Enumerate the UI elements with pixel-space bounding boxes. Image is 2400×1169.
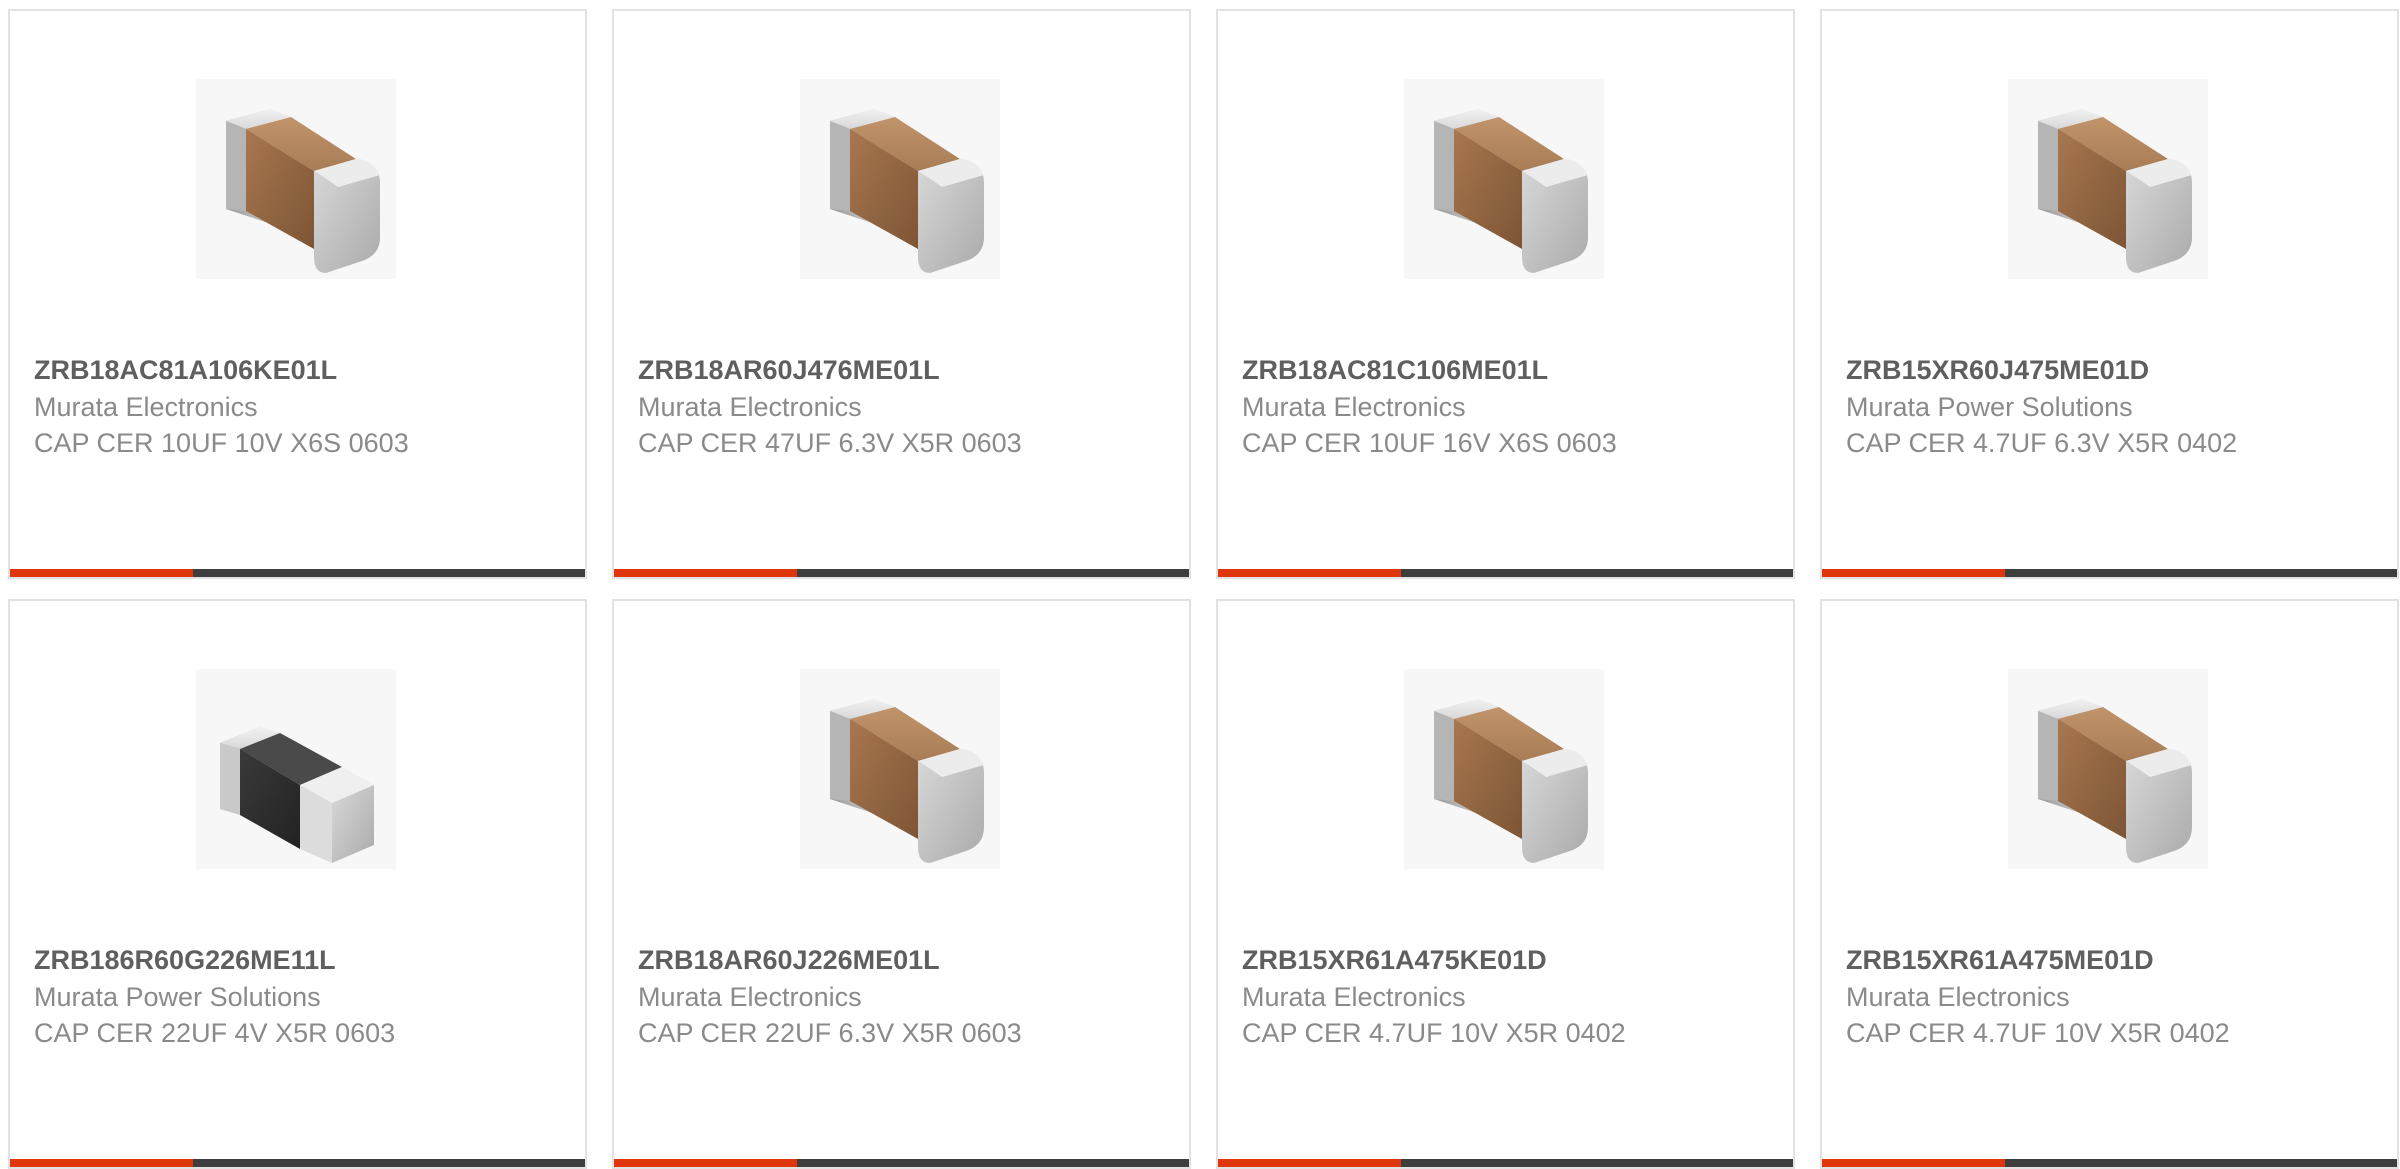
- card-accent-bar: [10, 569, 585, 577]
- product-description: CAP CER 22UF 4V X5R 0603: [34, 1018, 396, 1048]
- card-accent-bar: [1218, 569, 1793, 577]
- part-number-link[interactable]: ZRB15XR61A475ME01D: [1846, 945, 2154, 976]
- product-card[interactable]: ZRB15XR61A475KE01D Murata Electronics CA…: [1216, 599, 1795, 1169]
- capacitor-brown-icon[interactable]: [2008, 79, 2208, 279]
- card-accent-bar: [1822, 569, 2397, 577]
- capacitor-brown-icon[interactable]: [1404, 79, 1604, 279]
- card-accent-bar: [614, 1159, 1189, 1167]
- capacitor-brown-icon[interactable]: [1404, 669, 1604, 869]
- manufacturer-name: Murata Electronics: [638, 392, 862, 422]
- product-description: CAP CER 4.7UF 10V X5R 0402: [1242, 1018, 1626, 1048]
- capacitor-brown-icon[interactable]: [800, 669, 1000, 869]
- product-card[interactable]: ZRB18AR60J226ME01L Murata Electronics CA…: [612, 599, 1191, 1169]
- product-description: CAP CER 22UF 6.3V X5R 0603: [638, 1018, 1022, 1048]
- product-card[interactable]: ZRB18AC81C106ME01L Murata Electronics CA…: [1216, 9, 1795, 579]
- product-description: CAP CER 10UF 10V X6S 0603: [34, 428, 409, 458]
- product-description: CAP CER 4.7UF 6.3V X5R 0402: [1846, 428, 2238, 458]
- product-card[interactable]: ZRB15XR61A475ME01D Murata Electronics CA…: [1820, 599, 2399, 1169]
- part-number-link[interactable]: ZRB18AC81C106ME01L: [1242, 355, 1548, 386]
- manufacturer-name: Murata Electronics: [1846, 982, 2070, 1012]
- manufacturer-name: Murata Electronics: [34, 392, 258, 422]
- manufacturer-name: Murata Power Solutions: [34, 982, 321, 1012]
- card-accent-bar: [1218, 1159, 1793, 1167]
- part-number-link[interactable]: ZRB18AR60J476ME01L: [638, 355, 940, 386]
- product-card[interactable]: ZRB186R60G226ME11L Murata Power Solution…: [8, 599, 587, 1169]
- part-number-link[interactable]: ZRB15XR61A475KE01D: [1242, 945, 1547, 976]
- manufacturer-name: Murata Power Solutions: [1846, 392, 2133, 422]
- product-card[interactable]: ZRB15XR60J475ME01D Murata Power Solution…: [1820, 9, 2399, 579]
- product-description: CAP CER 47UF 6.3V X5R 0603: [638, 428, 1022, 458]
- manufacturer-name: Murata Electronics: [1242, 392, 1466, 422]
- product-grid: ZRB18AC81A106KE01L Murata Electronics CA…: [8, 9, 2399, 1169]
- product-card[interactable]: ZRB18AC81A106KE01L Murata Electronics CA…: [8, 9, 587, 579]
- capacitor-black-icon[interactable]: [196, 669, 396, 869]
- capacitor-brown-icon[interactable]: [2008, 669, 2208, 869]
- part-number-link[interactable]: ZRB186R60G226ME11L: [34, 945, 336, 976]
- part-number-link[interactable]: ZRB18AC81A106KE01L: [34, 355, 337, 386]
- capacitor-brown-icon[interactable]: [196, 79, 396, 279]
- card-accent-bar: [10, 1159, 585, 1167]
- product-description: CAP CER 10UF 16V X6S 0603: [1242, 428, 1617, 458]
- product-description: CAP CER 4.7UF 10V X5R 0402: [1846, 1018, 2230, 1048]
- manufacturer-name: Murata Electronics: [1242, 982, 1466, 1012]
- capacitor-brown-icon[interactable]: [800, 79, 1000, 279]
- card-accent-bar: [614, 569, 1189, 577]
- manufacturer-name: Murata Electronics: [638, 982, 862, 1012]
- card-accent-bar: [1822, 1159, 2397, 1167]
- product-card[interactable]: ZRB18AR60J476ME01L Murata Electronics CA…: [612, 9, 1191, 579]
- part-number-link[interactable]: ZRB18AR60J226ME01L: [638, 945, 940, 976]
- part-number-link[interactable]: ZRB15XR60J475ME01D: [1846, 355, 2149, 386]
